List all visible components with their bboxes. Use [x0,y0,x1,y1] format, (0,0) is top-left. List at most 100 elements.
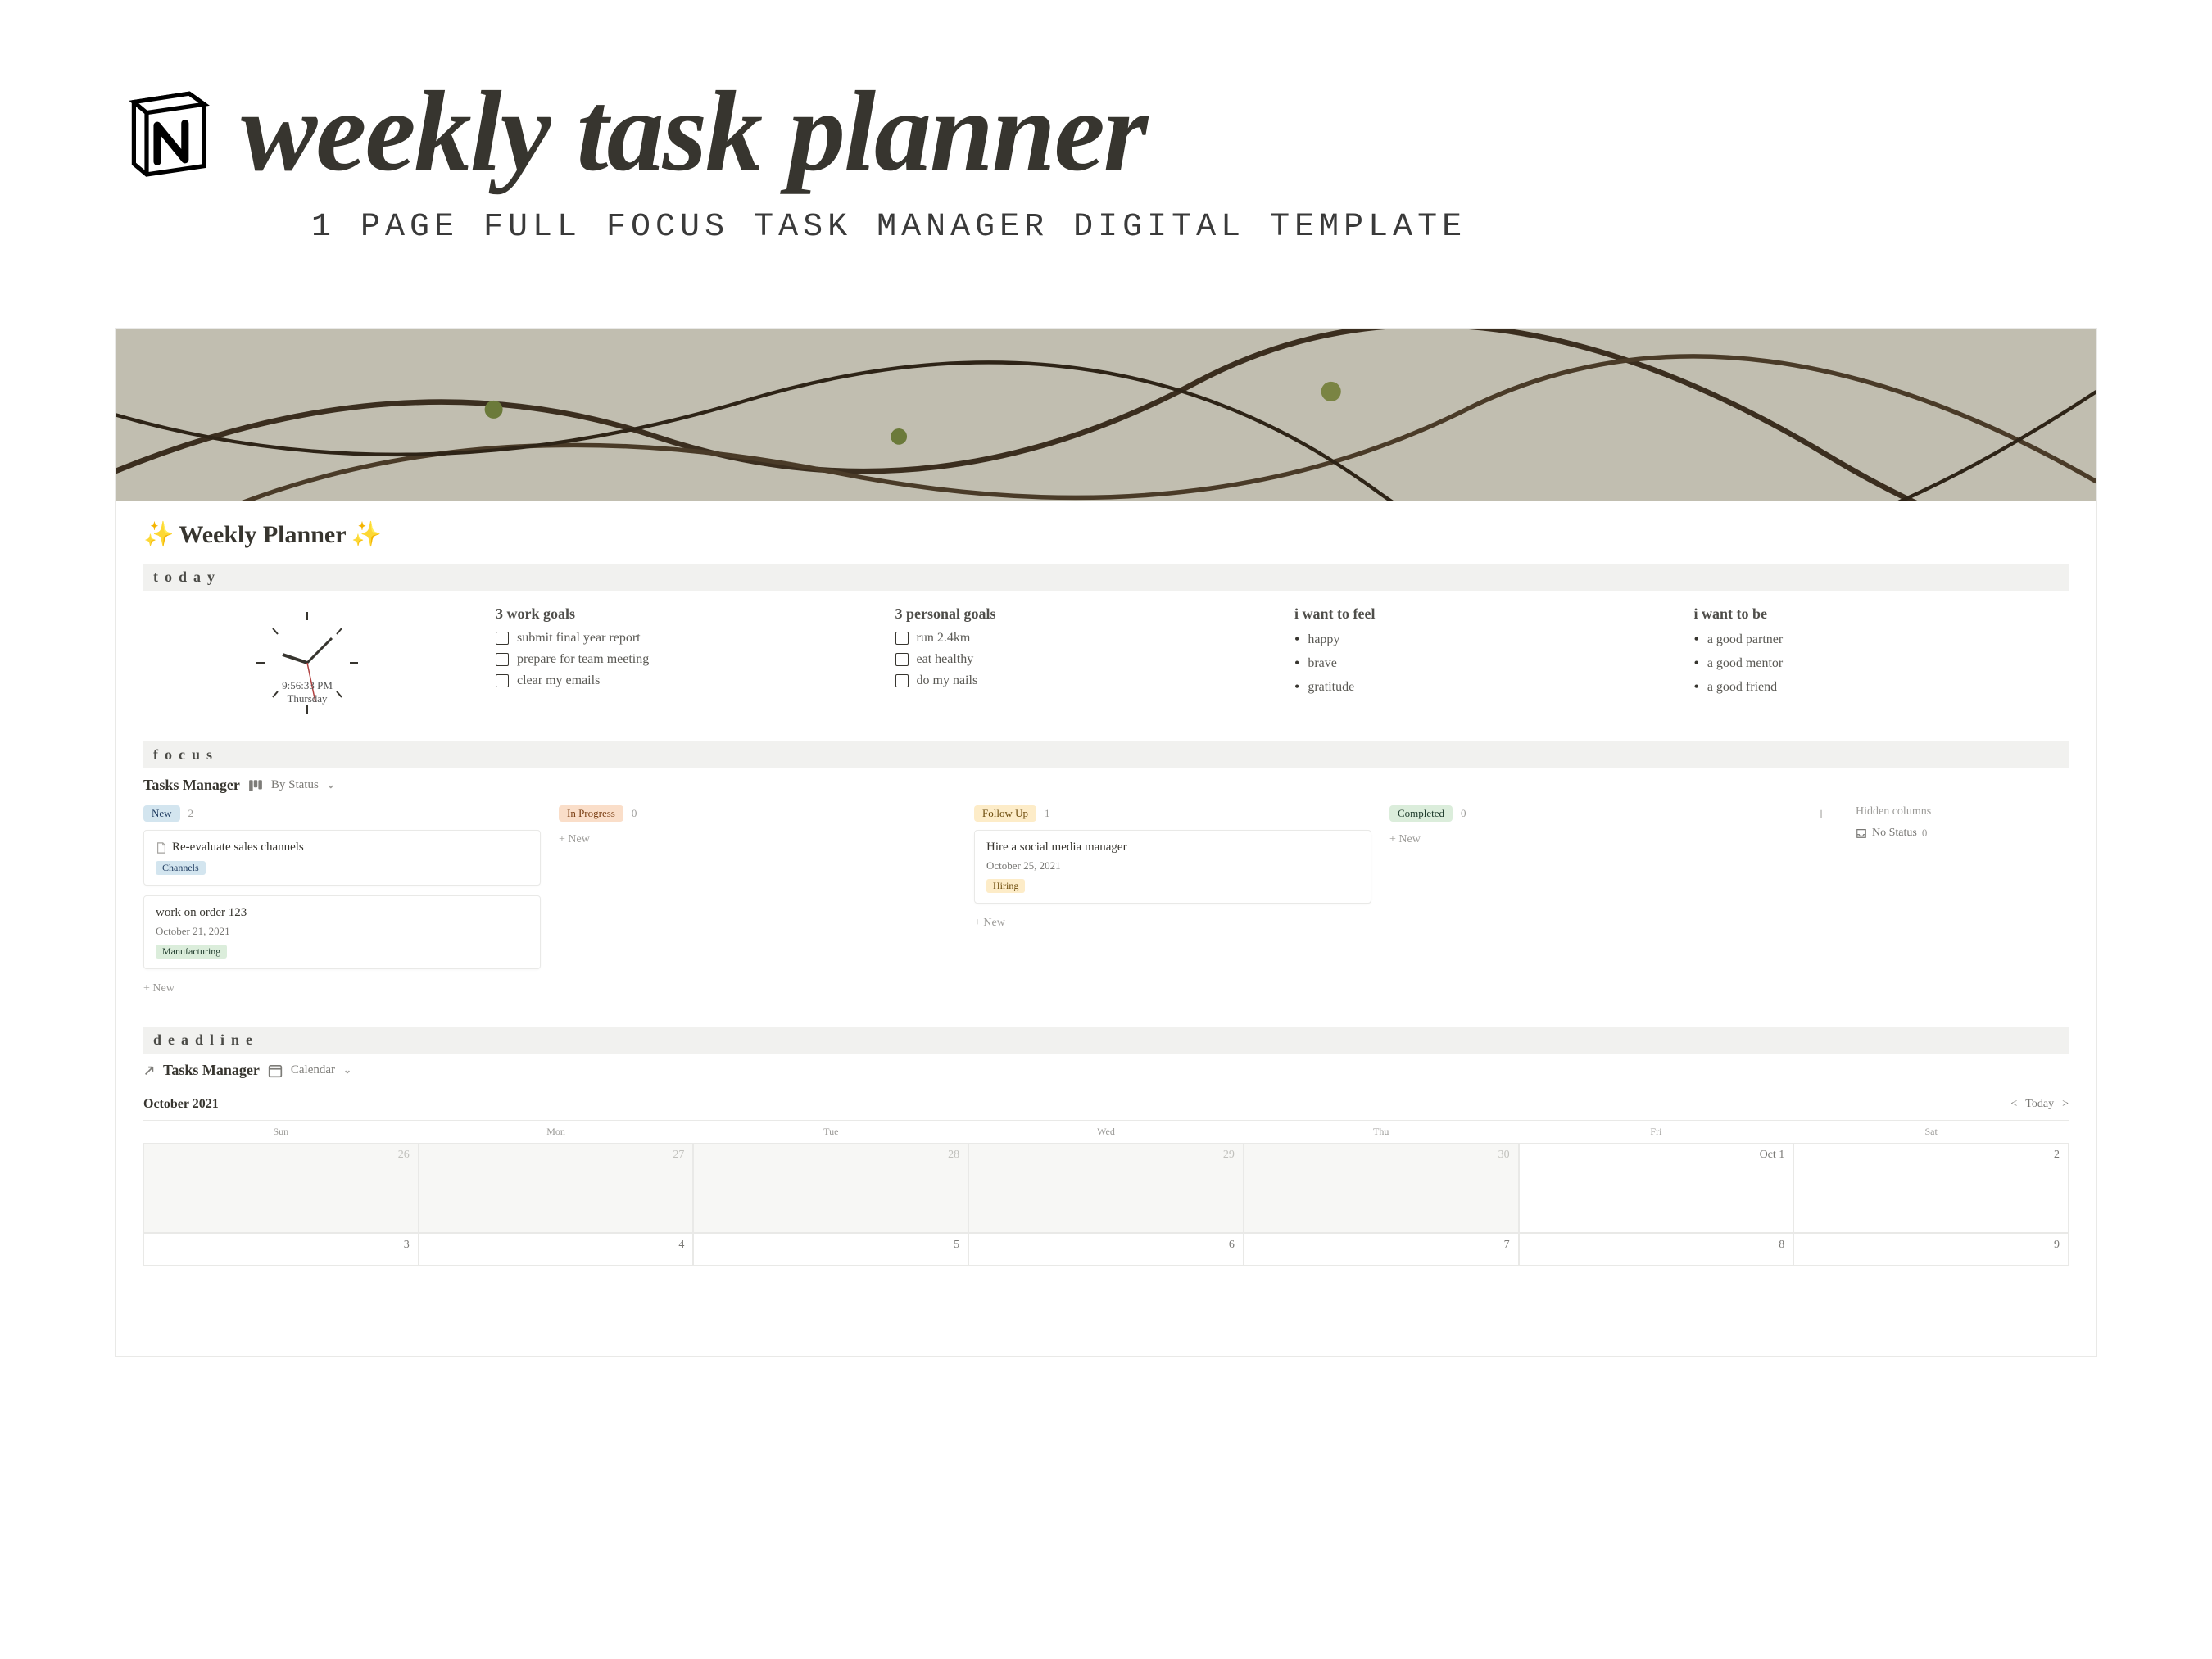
card-date: October 25, 2021 [986,859,1359,873]
bullet-item[interactable]: a good mentor [1694,655,2061,672]
calendar-month: October 2021 [143,1097,219,1112]
checkbox-icon[interactable] [895,653,909,666]
today-col-feel: i want to feel happy brave gratitude [1294,605,1661,705]
card-title: work on order 123 [156,906,247,920]
calendar-day-header: Tue [693,1121,968,1143]
new-card-button[interactable]: + New [143,979,541,999]
status-count: 2 [188,807,194,820]
status-count: 1 [1045,807,1050,820]
no-status-label: No Status [1872,827,1917,840]
card-tag: Channels [156,861,206,875]
tasks-db-title: Tasks Manager [143,777,240,794]
tasks-db-header[interactable]: Tasks Manager By Status ⌄ [143,768,2069,805]
checkbox-icon[interactable] [496,653,509,666]
checkbox-icon[interactable] [496,674,509,687]
board-column: New 2 Re-evaluate sales channels Channels wo… [143,805,541,999]
checkbox-icon[interactable] [895,674,909,687]
todo-item[interactable]: submit final year report [496,631,863,646]
card-date: October 21, 2021 [156,925,528,938]
work-goals-heading: 3 work goals [496,605,863,623]
board-card[interactable]: work on order 123October 21, 2021Manufac… [143,895,541,969]
hero-subtitle: 1 PAGE FULL FOCUS TASK MANAGER DIGITAL T… [311,209,2097,246]
page-title[interactable]: ✨ Weekly Planner ✨ [143,520,2069,549]
bullet-item[interactable]: gratitude [1294,678,1661,696]
calendar-view-label[interactable]: Calendar [291,1063,335,1077]
calendar-cell[interactable]: 3 [143,1233,419,1266]
calendar-cell[interactable]: 30 [1244,1143,1519,1233]
bullet-text: gratitude [1308,680,1354,695]
calendar-cell[interactable]: 29 [968,1143,1244,1233]
card-tag: Hiring [986,879,1025,893]
hero-title: weekly task planner [241,66,1146,197]
feel-heading: i want to feel [1294,605,1661,623]
status-pill[interactable]: Follow Up [974,805,1036,822]
notion-logo-icon [115,79,221,185]
calendar-cell[interactable]: Oct 1 [1519,1143,1794,1233]
hidden-col-label: Hidden columns [1856,805,2069,818]
linked-db-icon [143,1065,155,1077]
calendar-day-header: Wed [968,1121,1244,1143]
todo-text: run 2.4km [917,631,971,646]
board-column: Completed 0 + New [1389,805,1787,999]
calendar-today-button[interactable]: Today [2025,1098,2054,1111]
card-title: Re-evaluate sales channels [172,841,304,854]
calendar-cell[interactable]: 27 [419,1143,694,1233]
section-focus: focus [143,741,2069,768]
new-card-button[interactable]: + New [559,830,956,850]
bullet-item[interactable]: a good friend [1694,678,2061,696]
new-card-button[interactable]: + New [1389,830,1787,850]
calendar-cell[interactable]: 2 [1793,1143,2069,1233]
todo-item[interactable]: run 2.4km [895,631,1262,646]
calendar-cell[interactable]: 26 [143,1143,419,1233]
calendar-cell[interactable]: 6 [968,1233,1244,1266]
bullet-text: a good friend [1707,680,1777,695]
sparkle-icon: ✨ [143,520,174,549]
tasks-view-label[interactable]: By Status [271,778,319,792]
todo-item[interactable]: eat healthy [895,652,1262,667]
chevron-down-icon[interactable]: ⌄ [327,779,335,791]
calendar-view-icon [268,1063,283,1078]
todo-item[interactable]: do my nails [895,673,1262,688]
todo-item[interactable]: prepare for team meeting [496,652,863,667]
section-today: today [143,564,2069,591]
tray-icon [1856,827,1867,839]
calendar-cell[interactable]: 4 [419,1233,694,1266]
new-card-button[interactable]: + New [974,913,1371,933]
status-pill[interactable]: In Progress [559,805,623,822]
calendar-cell[interactable]: 7 [1244,1233,1519,1266]
hidden-columns[interactable]: Hidden columns No Status 0 [1856,805,2069,999]
section-deadline: deadline [143,1027,2069,1054]
board-card[interactable]: Re-evaluate sales channels Channels [143,830,541,886]
checkbox-icon[interactable] [895,632,909,645]
page-icon [156,842,167,854]
notion-page: ✨ Weekly Planner ✨ today [115,328,2097,1357]
bullet-item[interactable]: a good partner [1694,631,2061,648]
calendar-cell[interactable]: 28 [693,1143,968,1233]
add-column-button[interactable]: + [1805,805,1838,999]
bullet-item[interactable]: happy [1294,631,1661,648]
status-count: 0 [632,807,637,820]
checkbox-icon[interactable] [496,632,509,645]
bullet-text: a good partner [1707,632,1783,647]
page-cover[interactable] [116,329,2096,501]
status-count: 0 [1461,807,1466,820]
status-pill[interactable]: New [143,805,180,822]
status-pill[interactable]: Completed [1389,805,1453,822]
calendar-cell[interactable]: 9 [1793,1233,2069,1266]
bullet-text: happy [1308,632,1339,647]
calendar-cell[interactable]: 5 [693,1233,968,1266]
deadline-db-header[interactable]: Tasks Manager Calendar ⌄ [143,1054,2069,1090]
board-column: Follow Up 1 Hire a social media managerOct… [974,805,1371,999]
chevron-down-icon[interactable]: ⌄ [343,1064,351,1077]
todo-text: do my nails [917,673,978,688]
board-card[interactable]: Hire a social media managerOctober 25, 2… [974,830,1371,904]
todo-item[interactable]: clear my emails [496,673,863,688]
calendar-cell[interactable]: 8 [1519,1233,1794,1266]
calendar-prev[interactable]: < [2010,1098,2017,1111]
calendar-day-header: Sun [143,1121,419,1143]
calendar-next[interactable]: > [2062,1098,2069,1111]
be-heading: i want to be [1694,605,2061,623]
no-status-count: 0 [1922,827,1928,840]
calendar-day-header: Fri [1519,1121,1794,1143]
bullet-item[interactable]: brave [1294,655,1661,672]
